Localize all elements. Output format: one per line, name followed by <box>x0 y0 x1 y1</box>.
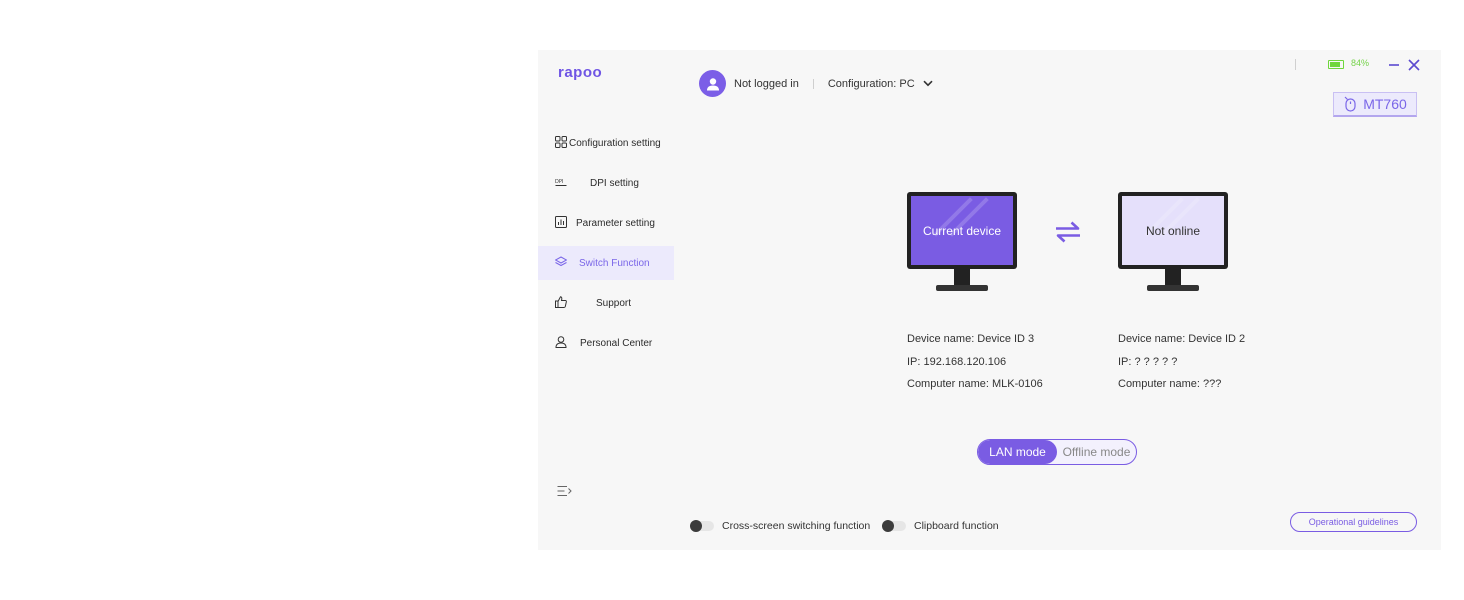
collapse-sidebar-icon[interactable] <box>557 484 573 496</box>
monitor-base <box>1147 285 1199 291</box>
cross-screen-toggle[interactable] <box>690 520 714 532</box>
battery-level: 84% <box>1351 58 1370 68</box>
lan-mode-button[interactable]: LAN mode <box>978 440 1057 464</box>
cross-screen-switch: Cross-screen switching function <box>690 520 870 532</box>
device-model: MT760 <box>1363 96 1407 112</box>
sidebar-item-label: Switch Function <box>579 257 650 269</box>
battery-icon <box>1328 60 1344 69</box>
monitor-neck <box>1165 269 1181 285</box>
monitor-base <box>936 285 988 291</box>
device-ip: IP: 192.168.120.106 <box>907 355 1007 368</box>
sidebar-item-support[interactable]: Support <box>538 286 674 320</box>
device-model-button[interactable]: MT760 <box>1333 92 1417 117</box>
device-name: Device name: Device ID 3 <box>907 333 1035 345</box>
app-window: rapoo Configuration setting DPI DPI sett… <box>538 50 1441 550</box>
sidebar-item-label: Personal Center <box>580 337 653 349</box>
computer-name: Computer name: ??? <box>1118 378 1222 390</box>
sidebar-item-parameter-setting[interactable]: Parameter setting <box>538 206 674 240</box>
clipboard-label: Clipboard function <box>914 520 999 532</box>
user-area: Not logged in Configuration: PC <box>699 70 933 97</box>
configuration-label[interactable]: Configuration: PC <box>828 78 915 90</box>
cross-screen-label: Cross-screen switching function <box>722 520 871 532</box>
mode-toggle: LAN mode Offline mode <box>977 439 1137 465</box>
sidebar-item-personal-center[interactable]: Personal Center <box>538 326 674 360</box>
remote-device-monitor: Not online <box>1118 192 1228 292</box>
clipboard-switch: Clipboard function <box>882 520 999 532</box>
chart-icon <box>555 216 567 228</box>
minimize-icon <box>1389 64 1399 66</box>
toggle-knob <box>690 520 702 532</box>
device-name: Device name: Device ID 2 <box>1118 333 1246 345</box>
svg-text:DPI: DPI <box>555 179 563 185</box>
grid-icon <box>555 136 567 148</box>
computer-name: Computer name: MLK-0106 <box>907 378 1043 390</box>
sidebar: Configuration setting DPI DPI setting Pa… <box>538 126 674 366</box>
battery-fill <box>1330 62 1340 67</box>
sidebar-item-label: Parameter setting <box>576 217 655 229</box>
divider <box>1295 59 1296 70</box>
current-device-label: Current device <box>922 223 1002 238</box>
layers-icon <box>554 256 568 268</box>
chevron-down-icon[interactable] <box>923 80 933 87</box>
remote-device-label: Not online <box>1145 223 1201 238</box>
current-device-monitor: Current device <box>907 192 1017 292</box>
sidebar-item-label: DPI setting <box>590 177 639 189</box>
monitor-neck <box>954 269 970 285</box>
mouse-icon <box>1344 96 1356 112</box>
sidebar-item-switch-function[interactable]: Switch Function <box>538 246 674 280</box>
dpi-icon: DPI <box>555 176 567 188</box>
sidebar-item-configuration-setting[interactable]: Configuration setting <box>538 126 674 160</box>
monitor-screen: Current device <box>907 192 1017 269</box>
person-icon <box>555 336 567 348</box>
rapoo-logo: rapoo <box>558 64 603 81</box>
sidebar-item-dpi-setting[interactable]: DPI DPI setting <box>538 166 674 200</box>
thumbs-up-icon <box>555 296 567 308</box>
divider <box>812 78 814 89</box>
operational-guidelines-button[interactable]: Operational guidelines <box>1290 512 1417 532</box>
close-icon <box>1408 59 1420 71</box>
toggle-knob <box>882 520 894 532</box>
clipboard-toggle[interactable] <box>882 520 906 532</box>
device-ip: IP: ? ? ? ? ? <box>1118 355 1178 368</box>
close-button[interactable] <box>1407 58 1421 72</box>
offline-mode-button[interactable]: Offline mode <box>1057 440 1136 464</box>
current-device-info: Device name: Device ID 3 IP: 192.168.120… <box>907 328 1043 396</box>
sidebar-item-label: Support <box>596 297 632 309</box>
minimize-button[interactable] <box>1387 58 1401 72</box>
avatar[interactable] <box>699 70 726 97</box>
switch-arrows-icon[interactable] <box>1054 220 1082 244</box>
remote-device-info: Device name: Device ID 2 IP: ? ? ? ? ? C… <box>1118 328 1245 396</box>
sidebar-item-label: Configuration setting <box>569 137 661 149</box>
monitor-screen: Not online <box>1118 192 1228 269</box>
user-icon <box>706 77 719 90</box>
login-status[interactable]: Not logged in <box>734 78 799 90</box>
